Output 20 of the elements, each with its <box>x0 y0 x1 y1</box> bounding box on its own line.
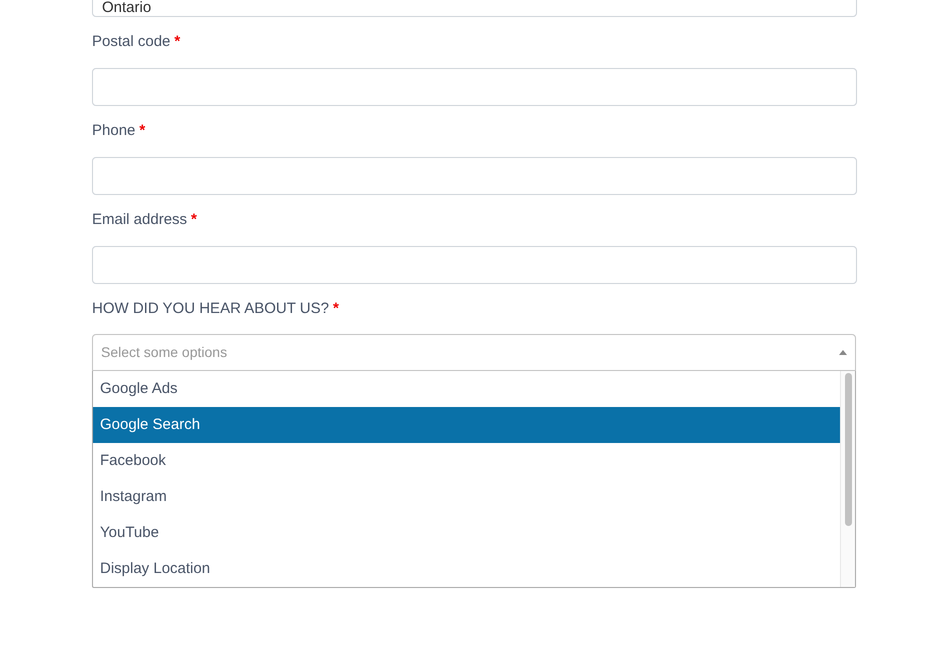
input-field[interactable] <box>92 68 857 106</box>
option-item[interactable]: Facebook <box>93 443 840 479</box>
field-label: Phone <box>92 120 136 141</box>
input-field[interactable] <box>92 157 857 195</box>
province-select[interactable]: Ontario <box>92 0 857 17</box>
option-item[interactable]: Instagram <box>93 479 840 515</box>
field-label: Email address <box>92 210 188 230</box>
option-item[interactable]: Google Ads <box>93 371 840 407</box>
required-mark: * <box>174 32 180 52</box>
field-label: HOW DID YOU HEAR ABOUT US? <box>92 298 329 319</box>
input-field[interactable] <box>92 246 857 284</box>
option-item[interactable]: Display Location <box>93 551 840 587</box>
option-item[interactable]: Google Search <box>93 407 840 443</box>
required-mark: * <box>191 210 197 230</box>
option-item[interactable]: YouTube <box>93 515 840 551</box>
field-label: Postal code <box>92 32 170 52</box>
required-mark: * <box>333 298 339 319</box>
scrollbar[interactable] <box>840 371 855 587</box>
caret-up-icon <box>839 350 847 355</box>
required-mark: * <box>139 120 146 141</box>
